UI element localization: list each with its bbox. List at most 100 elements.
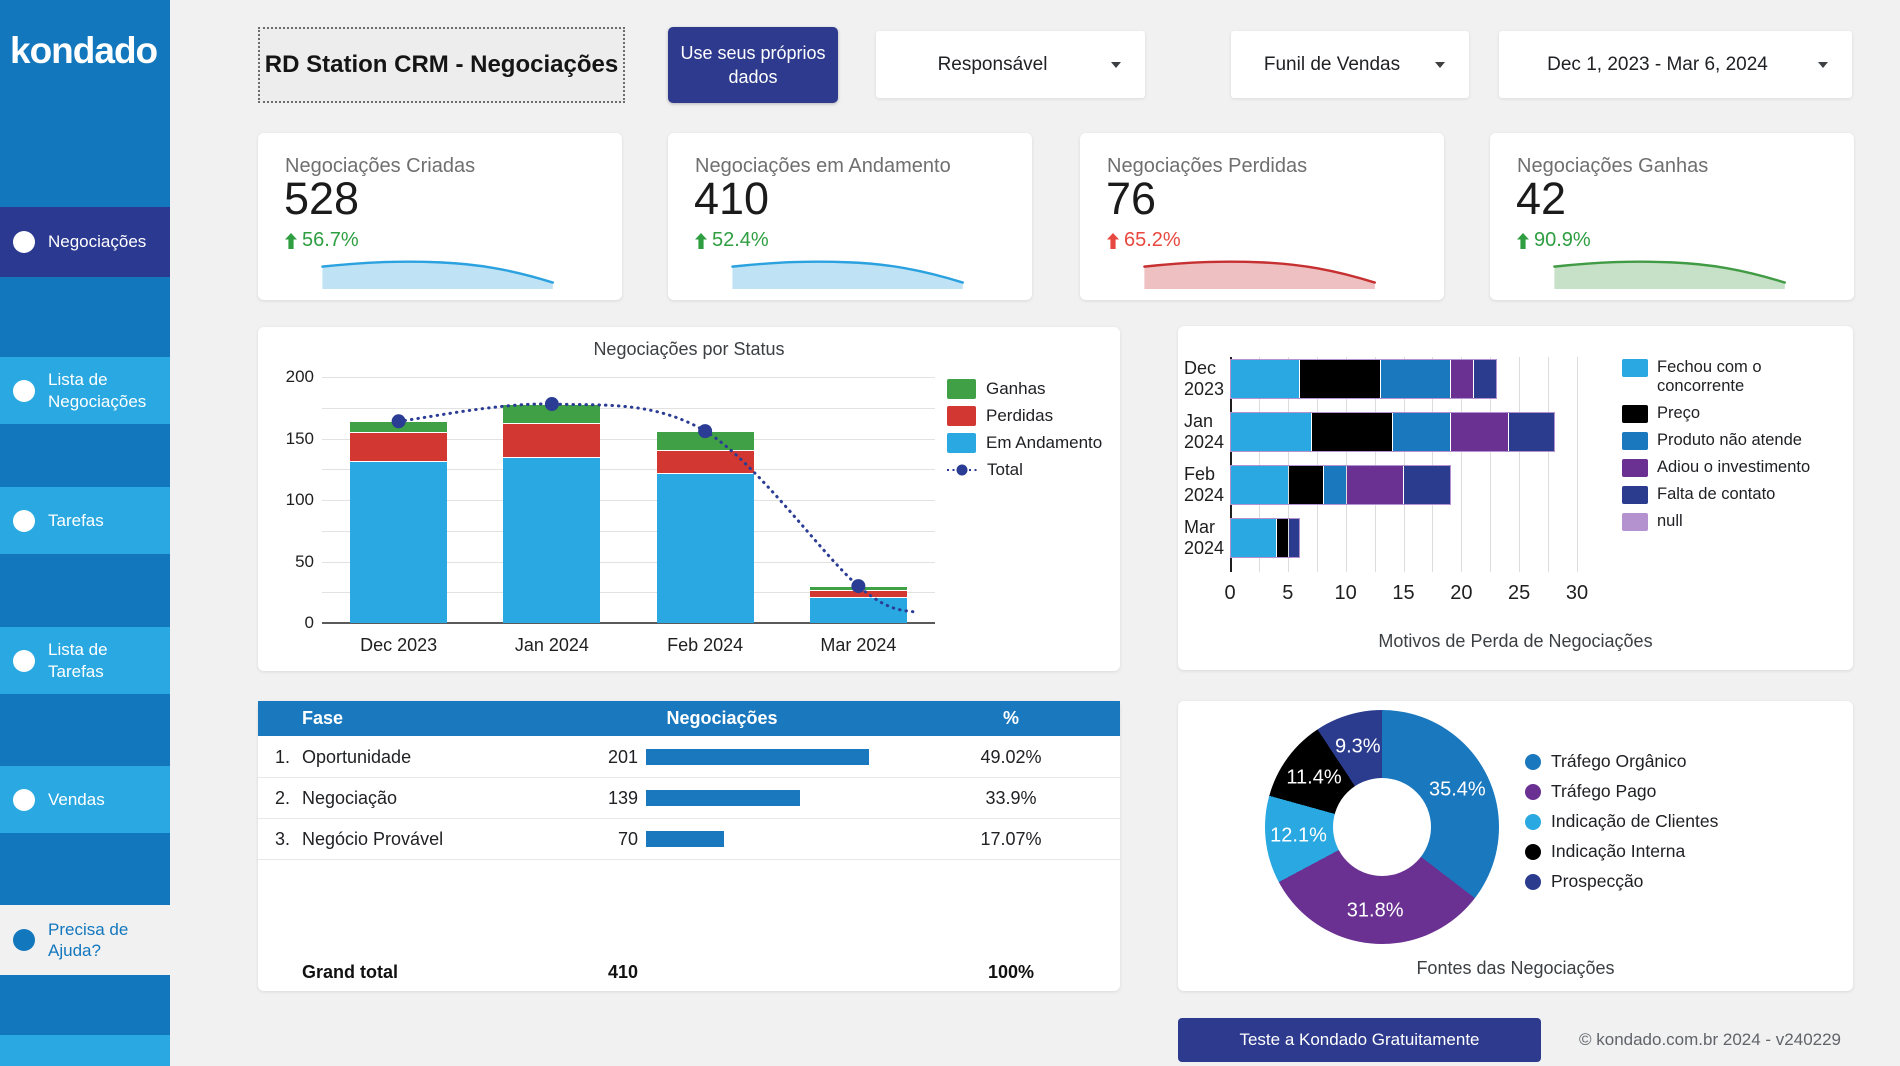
bar-segment [1450,413,1508,451]
legend-item-ganhas[interactable]: Ganhas [947,379,1102,399]
stacked-bar-feb-2024[interactable] [656,432,754,623]
bar-segment [1288,466,1323,504]
x-axis-tick: Mar 2024 [820,635,897,655]
legend-item-indicação-de-clientes[interactable]: Indicação de Clientes [1525,811,1718,832]
legend-swatch [1622,432,1648,450]
stacked-bar-dec-2023[interactable] [350,422,448,623]
motivos-chart-plot [1230,357,1578,572]
fase-name: Negociação [302,787,398,808]
slice-label: 35.4% [1428,778,1486,801]
y-axis-tick: 200 [285,367,314,386]
bar-segment [503,423,601,457]
motivos-chart-card: Dec 2023 Jan 2024 Feb 2024 Mar 2024 0 5 10 15 20 25 3… [1178,326,1853,670]
kondado-logo: kondado [10,30,158,71]
table-row[interactable]: 3. Negócio Provável 70 17.07% [258,819,1120,860]
bar-segment [1231,519,1277,557]
sidebar-item-lista-de-negociacoes[interactable]: Lista de Negociações [0,357,170,424]
legend-swatch [1525,843,1541,860]
legend-item-produto-não-atende[interactable]: Produto não atende [1622,431,1837,450]
legend-item-falta-de-contato[interactable]: Falta de contato [1622,485,1837,504]
legend-item-indicação-interna[interactable]: Indicação Interna [1525,841,1718,862]
fase-name: Negócio Provável [302,828,444,849]
status-chart-card: Negociações por Status 0 50 100 150 200 Dec … [258,327,1120,671]
negociacoes-value: 139 [607,787,638,808]
status-chart-title: Negociações por Status [593,339,785,359]
legend-swatch [1622,486,1648,504]
legend-swatch [947,406,976,426]
legend-item-tráfego-orgânico[interactable]: Tráfego Orgânico [1525,751,1718,772]
hbar-mar-2024[interactable] [1230,518,1301,558]
responsavel-filter-dropdown[interactable]: Responsável [876,31,1145,98]
legend-item-total[interactable]: Total [947,460,1102,480]
bar-segment [1450,360,1473,398]
legend-item-perdidas[interactable]: Perdidas [947,406,1102,426]
sidebar-item-precisa-de-ajuda[interactable]: Precisa de Ajuda? [0,905,170,975]
legend-swatch [1525,813,1541,830]
funil-de-vendas-filter-dropdown[interactable]: Funil de Vendas [1231,31,1469,98]
bar-segment [1381,360,1450,398]
bar-segment [1392,413,1450,451]
kpi-sparkline [1552,256,1792,290]
hbar-feb-2024[interactable] [1230,465,1451,505]
table-row[interactable]: 1. Oportunidade 201 49.02% [258,737,1120,778]
sidebar-item-tarefas[interactable]: Tarefas [0,487,170,554]
bar-segment [656,450,754,473]
legend-swatch [1622,513,1648,531]
use-own-data-button[interactable]: Use seus próprios dados [668,27,838,103]
legend-item-tráfego-pago[interactable]: Tráfego Pago [1525,781,1718,802]
legend-swatch [947,379,976,399]
bullet-icon [13,649,35,672]
table-row[interactable]: 2. Negociação 139 33.9% [258,778,1120,819]
value-bar [646,749,869,765]
kpi-card-1: Negociações Criadas 528 56.7% [258,133,622,300]
legend-swatch [1622,359,1648,377]
legend-item-em-andamento[interactable]: Em Andamento [947,433,1102,453]
kpi-delta: 90.9% [1517,229,1591,252]
teste-kondado-button[interactable]: Teste a Kondado Gratuitamente [1178,1018,1541,1062]
kpi-sparkline [730,256,970,290]
value-bar [646,831,724,847]
arrow-up-icon [1107,232,1119,249]
legend-swatch [1622,405,1648,423]
legend-item-prospecção[interactable]: Prospecção [1525,871,1718,892]
legend-item-preço[interactable]: Preço [1622,404,1837,423]
date-range-dropdown[interactable]: Dec 1, 2023 - Mar 6, 2024 [1499,31,1852,98]
hbar-jan-2024[interactable] [1230,412,1555,452]
legend-item-fechou-com-o-concorrente[interactable]: Fechou com o concorrente [1622,358,1837,396]
bar-segment [809,590,907,598]
bar-segment [350,422,448,433]
table-header: Fase Negociações % [258,701,1120,736]
legend-item-null[interactable]: null [1622,512,1837,531]
col-header-negociacoes: Negociações [666,708,778,728]
sidebar: kondado Negociações Lista de Negociações T… [0,0,170,1066]
stacked-bar-jan-2024[interactable] [503,405,601,623]
bullet-icon [13,231,35,253]
x-axis-tick: 30 [1565,582,1589,604]
legend-swatch [1622,459,1648,477]
x-axis-tick: Jan 2024 [514,635,589,655]
y-axis-tick: 100 [285,490,314,509]
sidebar-item-vendas[interactable]: Vendas [0,766,170,833]
kpi-value: 76 [1106,173,1157,224]
x-axis-tick: 10 [1334,582,1357,604]
chevron-down-icon [1435,62,1445,68]
stacked-bar-mar-2024[interactable] [809,587,907,623]
bar-segment [809,598,907,623]
x-axis-tick: 25 [1508,582,1531,604]
sidebar-item-negociacoes[interactable]: Negociações [0,207,170,277]
legend-item-adiou-o-investimento[interactable]: Adiou o investimento [1622,458,1837,477]
kpi-value: 42 [1516,173,1567,224]
sidebar-item-lista-de-tarefas[interactable]: Lista de Tarefas [0,627,170,694]
sidebar-item-label: Lista de Tarefas [48,640,108,681]
sidebar-item-label: Lista de Negociações [48,370,147,411]
hbar-dec-2023[interactable] [1230,359,1497,399]
bullet-icon [13,509,35,532]
legend-swatch [1525,783,1541,800]
fase-name: Oportunidade [302,746,412,767]
report-title-text: RD Station CRM - Negociações [264,51,619,78]
x-axis-tick: 5 [1282,582,1294,604]
fontes-donut-card: 35.4% 31.8% 12.1% 11.4% 9.3% Tráfego Orgânic… [1178,701,1853,991]
y-axis-tick: 50 [295,551,314,571]
bar-segment [503,405,601,423]
bar-segment [1404,466,1450,504]
